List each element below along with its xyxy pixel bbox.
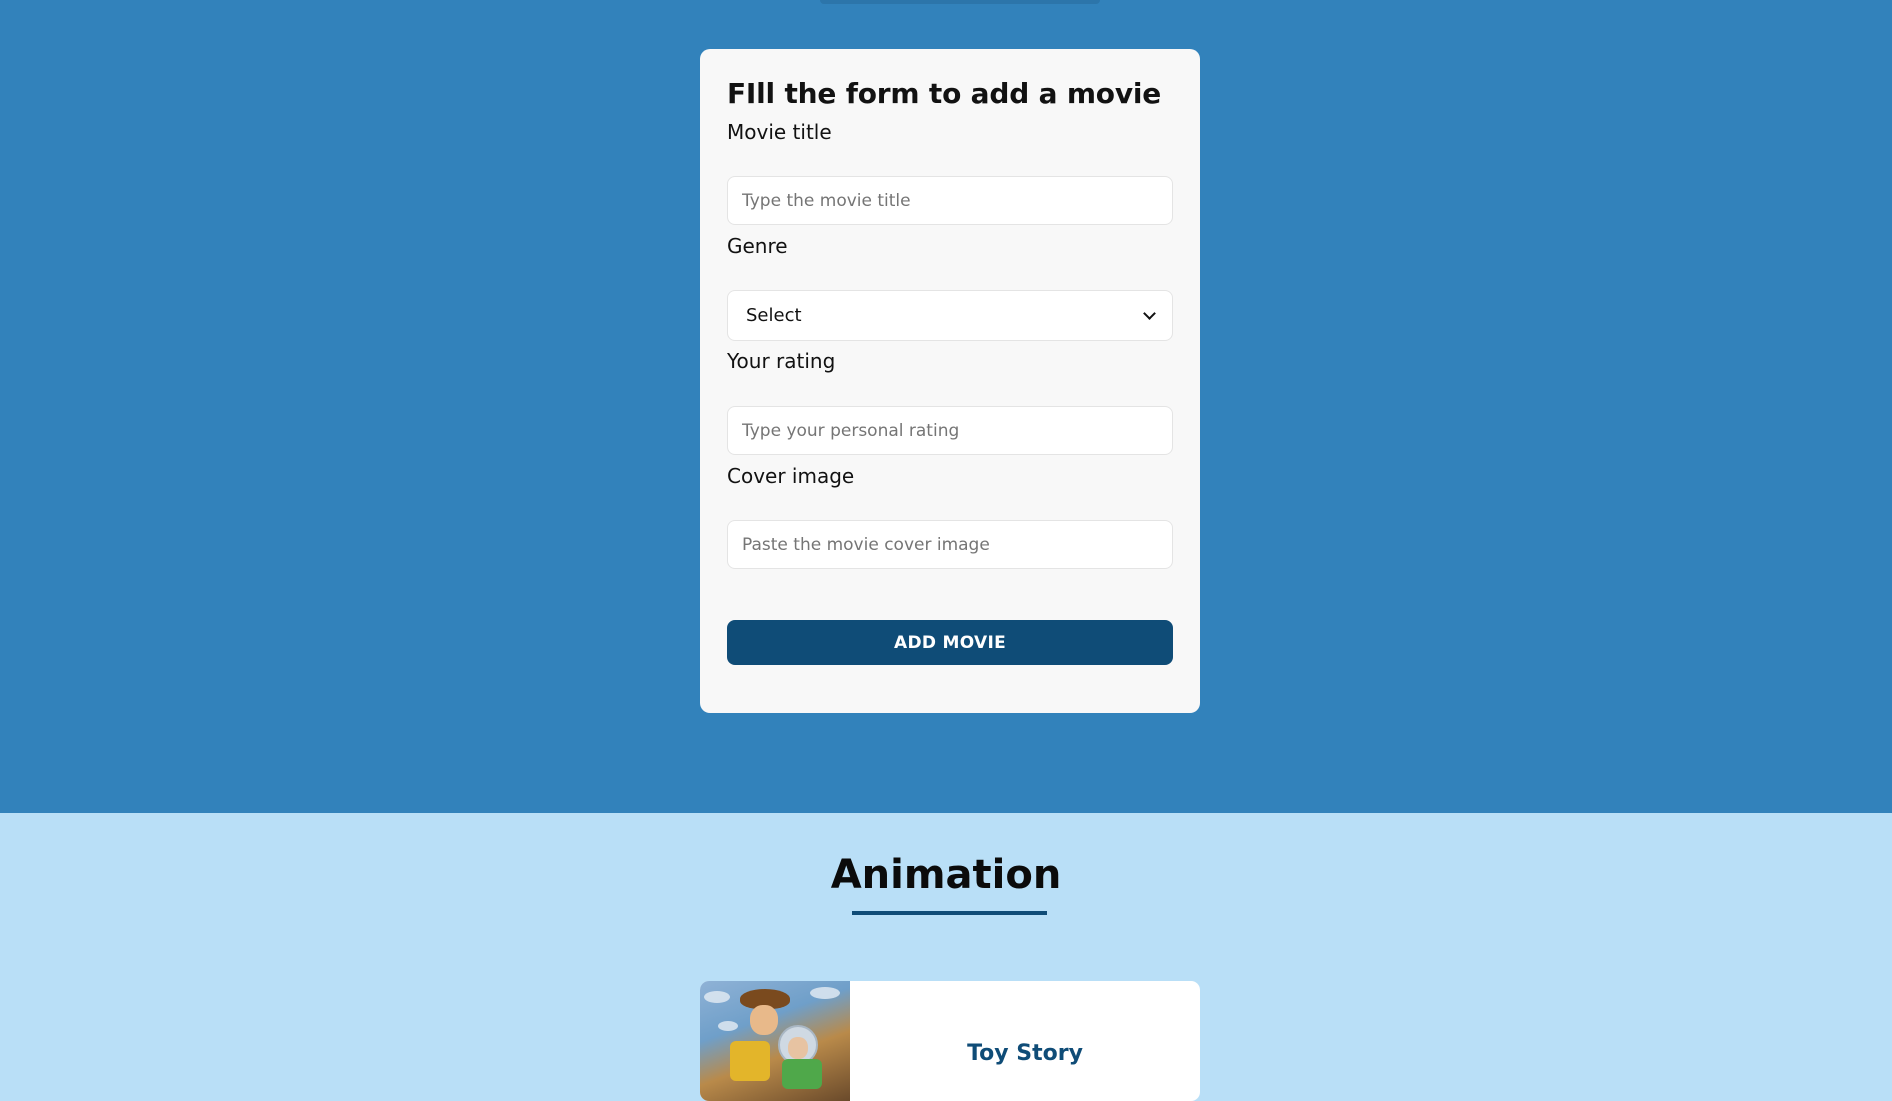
movie-title-input[interactable] [727,176,1173,225]
form-title: FIll the form to add a movie [727,77,1162,110]
chevron-down-icon [1143,306,1156,320]
movie-card[interactable]: Toy Story [700,981,1200,1101]
header-edge [820,0,1100,4]
movie-title-label: Movie title [727,120,832,144]
genre-selected-value: Select [746,305,802,326]
add-movie-button[interactable]: ADD MOVIE [727,620,1173,665]
add-movie-form: FIll the form to add a movie Movie title… [700,49,1200,713]
genre-label: Genre [727,234,788,258]
genre-section-heading: Animation [830,852,1062,898]
toy-story-cover-image [700,981,850,1101]
genre-select[interactable]: Select [727,290,1173,341]
rating-label: Your rating [727,349,836,373]
cover-image-input[interactable] [727,520,1173,569]
rating-input[interactable] [727,406,1173,455]
cover-image-label: Cover image [727,464,855,488]
add-movie-section: FIll the form to add a movie Movie title… [0,0,1892,813]
movie-title: Toy Story [967,1041,1083,1066]
heading-underline [852,911,1047,915]
